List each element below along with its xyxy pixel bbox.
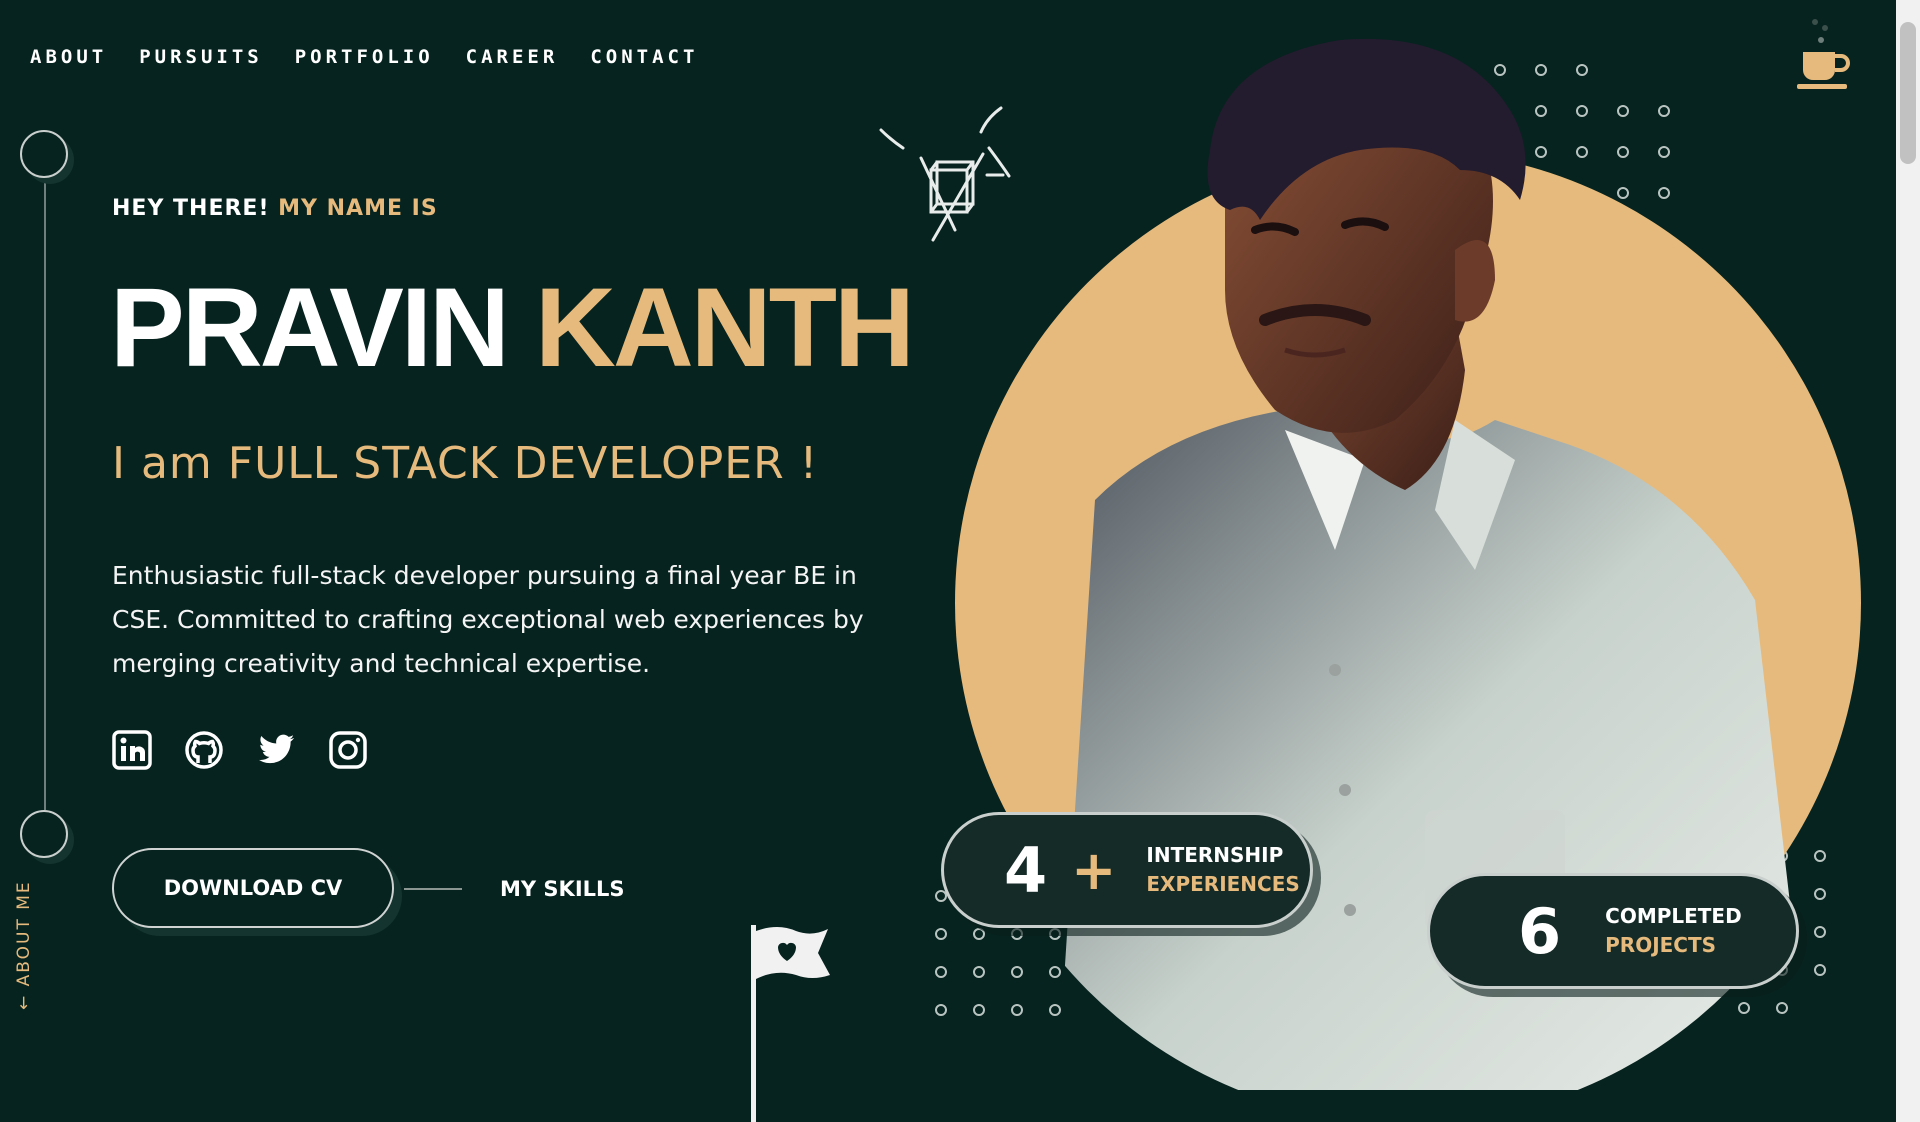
decorative-dot	[935, 1004, 947, 1016]
my-skills-link[interactable]: MY SKILLS	[500, 877, 625, 901]
stat-internships: 4 + INTERNSHIP EXPERIENCES	[941, 812, 1313, 928]
stat-label: INTERNSHIP EXPERIENCES	[1146, 841, 1299, 899]
scrollbar-thumb[interactable]	[1900, 22, 1916, 164]
timeline-node-bottom	[20, 810, 68, 858]
linkedin-icon[interactable]	[112, 730, 152, 770]
twitter-icon[interactable]	[256, 730, 296, 770]
decorative-dot	[935, 928, 947, 940]
stat-projects: 6 COMPLETED PROJECTS	[1427, 873, 1799, 989]
flag-heart-icon	[751, 925, 830, 1122]
scrollbar[interactable]	[1896, 0, 1920, 1122]
stat-suffix: +	[1071, 838, 1117, 902]
download-cv-button[interactable]: DOWNLOAD CV	[112, 848, 394, 928]
github-icon[interactable]	[184, 730, 224, 770]
cta-connector-line	[404, 888, 462, 890]
stat-number: 6	[1518, 894, 1562, 968]
page: ABOUT PURSUITS PORTFOLIO CAREER CONTACT …	[0, 0, 1896, 1122]
first-name: PRAVIN	[110, 265, 510, 390]
timeline-node-top	[20, 130, 68, 178]
greeting-suffix: MY NAME IS	[278, 196, 438, 221]
decorative-dot	[935, 966, 947, 978]
last-name: KANTH	[534, 265, 915, 390]
nav-pursuits[interactable]: PURSUITS	[139, 46, 263, 68]
nav-career[interactable]: CAREER	[466, 46, 559, 68]
stat-label-line2: EXPERIENCES	[1146, 872, 1300, 896]
instagram-icon[interactable]	[328, 730, 368, 770]
hero-description: Enthusiastic full-stack developer pursui…	[112, 561, 864, 678]
hero-name: PRAVIN KANTH	[110, 272, 915, 384]
social-links	[112, 730, 368, 770]
nav-portfolio[interactable]: PORTFOLIO	[295, 46, 434, 68]
stat-label: COMPLETED PROJECTS	[1605, 902, 1742, 960]
stat-number: 4	[1004, 833, 1048, 907]
timeline-line	[44, 178, 46, 810]
stat-label-line1: INTERNSHIP	[1146, 843, 1284, 867]
role-title: I am FULL STACK DEVELOPER !	[112, 438, 819, 489]
about-me-side-link[interactable]: ← ABOUT ME	[14, 880, 34, 1010]
nav-about[interactable]: ABOUT	[30, 46, 107, 68]
greeting-prefix: HEY THERE!	[112, 196, 270, 221]
stat-label-line1: COMPLETED	[1605, 904, 1742, 928]
main-nav: ABOUT PURSUITS PORTFOLIO CAREER CONTACT	[30, 46, 698, 68]
stat-label-line2: PROJECTS	[1605, 933, 1717, 957]
nav-contact[interactable]: CONTACT	[590, 46, 698, 68]
greeting: HEY THERE! MY NAME IS	[112, 196, 438, 221]
